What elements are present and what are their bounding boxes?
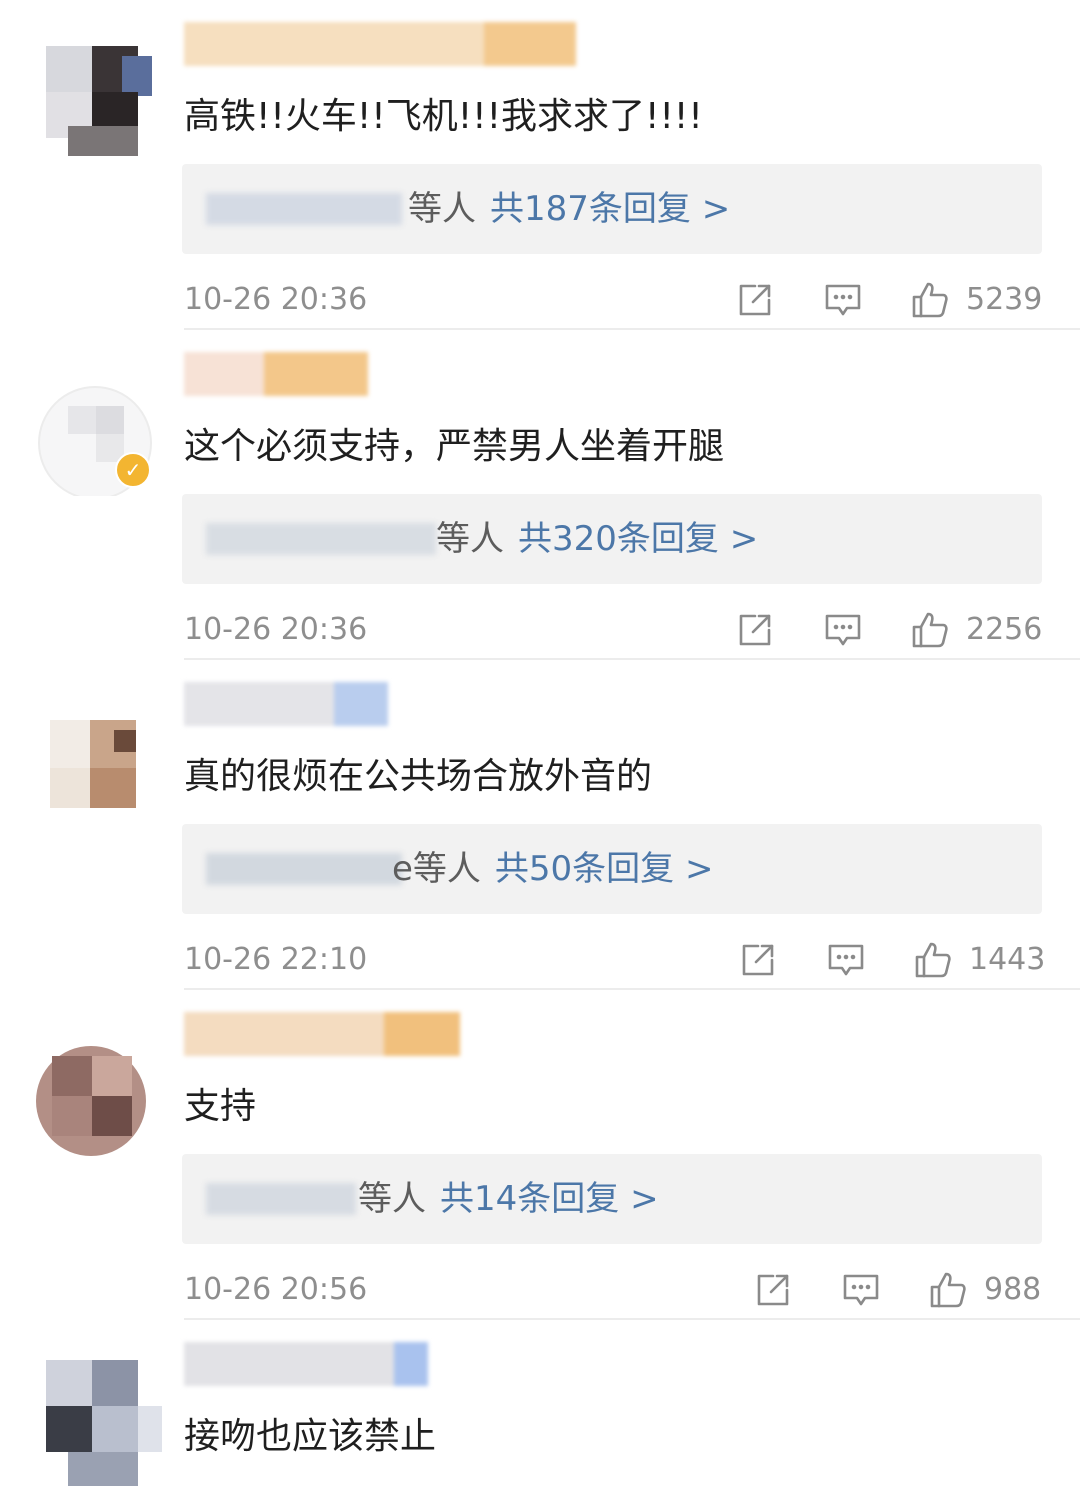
comment-meta: 10-26 20:36 5239 — [184, 276, 1042, 326]
reply-summary[interactable]: e等人 共50条回复 > — [392, 846, 713, 892]
like-count: 2256 — [966, 612, 1043, 647]
comment-item: 真的很烦在公共场合放外音的 e等人 共50条回复 > 10-26 22:10 14… — [0, 660, 1080, 990]
like-count: 988 — [984, 1272, 1042, 1307]
reply-count-link[interactable]: 共50条回复 > — [495, 849, 714, 889]
thumbs-up-icon[interactable] — [928, 1270, 968, 1310]
reply-summary[interactable]: 等人 共187条回复 > — [408, 186, 730, 232]
reply-count-link[interactable]: 共320条回复 > — [518, 519, 758, 559]
share-icon[interactable] — [738, 940, 778, 980]
reply-suffix: e等人 — [392, 849, 481, 889]
reply-preview[interactable]: 等人 共320条回复 > — [182, 494, 1042, 584]
timestamp: 10-26 20:36 — [184, 282, 368, 317]
share-icon[interactable] — [735, 280, 775, 320]
comment-meta: 10-26 20:56 988 — [184, 1266, 1042, 1316]
comment-list-page: { "comments": [ { "content": "高铁!!火车!!飞机… — [0, 0, 1080, 1506]
username[interactable] — [184, 682, 388, 726]
reply-suffix: 等人 — [436, 519, 504, 559]
reply-summary[interactable]: 等人 共14条回复 > — [358, 1176, 659, 1222]
username[interactable] — [184, 352, 368, 396]
timestamp: 10-26 20:56 — [184, 1272, 368, 1307]
timestamp: 10-26 20:36 — [184, 612, 368, 647]
reply-usernames[interactable] — [206, 849, 402, 889]
thumbs-up-icon[interactable] — [910, 280, 950, 320]
share-icon[interactable] — [753, 1270, 793, 1310]
timestamp: 10-26 22:10 — [184, 942, 368, 977]
reply-preview[interactable]: 等人 共14条回复 > — [182, 1154, 1042, 1244]
reply-suffix: 等人 — [408, 189, 476, 229]
comment-text: 接吻也应该禁止 — [184, 1416, 437, 1457]
like-count: 5239 — [966, 282, 1043, 317]
reply-usernames[interactable] — [206, 1179, 356, 1219]
comment-icon[interactable] — [823, 280, 863, 320]
reply-summary[interactable]: 等人 共320条回复 > — [436, 516, 758, 562]
comment-text: 高铁!!火车!!飞机!!!我求求了!!!! — [184, 96, 703, 137]
comment-text: 这个必须支持，严禁男人坐着开腿 — [184, 426, 725, 467]
share-icon[interactable] — [735, 610, 775, 650]
verified-badge-icon: ✓ — [115, 452, 151, 488]
thumbs-up-icon[interactable] — [910, 610, 950, 650]
thumbs-up-icon[interactable] — [913, 940, 953, 980]
comment-text: 真的很烦在公共场合放外音的 — [184, 756, 653, 797]
reply-preview[interactable]: e等人 共50条回复 > — [182, 824, 1042, 914]
username[interactable] — [184, 1012, 460, 1056]
reply-usernames[interactable] — [206, 519, 436, 559]
reply-count-link[interactable]: 共14条回复 > — [440, 1179, 659, 1219]
reply-usernames[interactable] — [206, 189, 402, 229]
comment-item: 这个必须支持，严禁男人坐着开腿 等人 共320条回复 > 10-26 20:36 … — [0, 330, 1080, 660]
comment-meta: 10-26 22:10 1443 — [184, 936, 1046, 986]
reply-preview[interactable]: 等人 共187条回复 > — [182, 164, 1042, 254]
avatar[interactable] — [22, 1336, 162, 1486]
comment-icon[interactable] — [826, 940, 866, 980]
comment-icon[interactable] — [841, 1270, 881, 1310]
username[interactable] — [184, 1342, 428, 1386]
like-count: 1443 — [969, 942, 1046, 977]
username[interactable] — [184, 22, 576, 66]
comment-text: 支持 — [184, 1086, 257, 1127]
comment-item: 接吻也应该禁止 — [0, 1320, 1080, 1506]
avatar[interactable] — [22, 676, 162, 826]
reply-count-link[interactable]: 共187条回复 > — [490, 189, 730, 229]
avatar[interactable] — [22, 1006, 162, 1156]
comment-item: 高铁!!火车!!飞机!!!我求求了!!!! 等人 共187条回复 > 10-26 … — [0, 0, 1080, 330]
reply-suffix: 等人 — [358, 1179, 426, 1219]
comment-meta: 10-26 20:36 2256 — [184, 606, 1042, 656]
comment-icon[interactable] — [823, 610, 863, 650]
comment-item: 支持 等人 共14条回复 > 10-26 20:56 988 — [0, 990, 1080, 1320]
avatar[interactable] — [22, 16, 162, 166]
